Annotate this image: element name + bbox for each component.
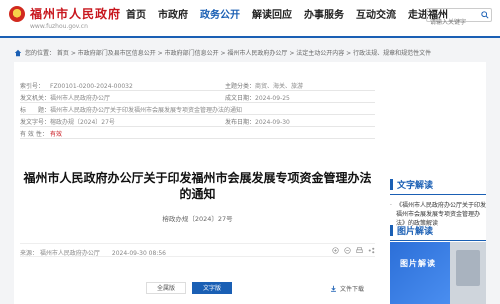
- issuer-value: 福州市人民政府办公厅: [50, 95, 111, 102]
- tab-text-version[interactable]: 文字版: [192, 282, 232, 294]
- category-label: 主题分类：: [225, 83, 256, 90]
- info-row-docno: 发文字号：榕政办规〔2024〕27号: [20, 117, 115, 126]
- download-label: 文件下载: [340, 286, 365, 293]
- font-small-icon[interactable]: [344, 247, 351, 254]
- document-meta-bar: 来源： 福州市人民政府办公厅 2024-09-30 08:56: [20, 243, 375, 257]
- font-large-icon[interactable]: [332, 247, 339, 254]
- info-divider: [20, 102, 375, 103]
- section-marker: [390, 178, 393, 190]
- document-source: 来源： 福州市人民政府办公厅 2024-09-30 08:56: [20, 250, 166, 257]
- info-row-category: 主题分类：商贸、海关、旅游: [225, 81, 303, 90]
- nav-item-government[interactable]: 市政府: [152, 9, 194, 23]
- info-divider: [20, 90, 375, 91]
- section-underline: [390, 240, 486, 241]
- nav-item-open-affairs[interactable]: 政务公开: [194, 9, 246, 23]
- info-row-title: 标 题：福州市人民政府办公厅关于印发福州市会展发展专项资金管理办法的通知: [20, 105, 242, 114]
- download-icon: [331, 285, 336, 292]
- title-value: 福州市人民政府办公厅关于印发福州市会展发展专项资金管理办法的通知: [50, 107, 243, 114]
- sidebar-section-header: 文字解读: [390, 178, 486, 191]
- search-icon[interactable]: [481, 11, 489, 19]
- index-label: 索引号：: [20, 83, 45, 90]
- info-row-index: 索引号： FZ00101-0200-2024-00032: [20, 81, 133, 90]
- location-icon: [14, 49, 22, 56]
- search-input[interactable]: [427, 16, 481, 29]
- document-title: 福州市人民政府办公厅关于印发福州市会展发展专项资金管理办法的通知: [23, 171, 372, 201]
- pic-card-illustration: [456, 250, 480, 286]
- category-value: 商贸、海关、旅游: [255, 83, 304, 90]
- pic-interpretation-title: 图片解读: [397, 226, 434, 237]
- search-box: [426, 8, 492, 29]
- section-underline: [390, 194, 486, 195]
- issuer-label: 发文机关：: [20, 95, 51, 102]
- file-download-link[interactable]: 文件下载: [330, 284, 364, 293]
- section-marker: [390, 224, 393, 236]
- title-label: 标 题：: [20, 107, 51, 114]
- breadcrumb: 您的位置： 首页 > 市政府部门及县市区信息公开 > 市政府部门信息公开 > 福…: [14, 48, 431, 57]
- site-url: www.fuzhou.gov.cn: [30, 23, 88, 30]
- national-emblem-icon[interactable]: [9, 6, 25, 22]
- date-value: 2024-09-25: [255, 95, 290, 102]
- nav-item-interaction[interactable]: 互动交流: [350, 9, 402, 23]
- docno-value: 榕政办规〔2024〕27号: [50, 119, 115, 126]
- index-value: FZ00101-0200-2024-00032: [50, 83, 133, 90]
- info-divider: [20, 138, 375, 139]
- info-divider: [20, 126, 375, 127]
- info-row-date: 成文日期：2024-09-25: [225, 93, 290, 102]
- docno-label: 发文字号：: [20, 119, 51, 126]
- info-row-validity: 有 效 性： 有效: [20, 129, 62, 138]
- validity-label: 有 效 性：: [20, 131, 48, 138]
- breadcrumb-text[interactable]: 您的位置： 首页 > 市政府部门及县市区信息公开 > 市政府部门信息公开 > 福…: [25, 48, 431, 57]
- pic-card-text: 图片解读: [400, 259, 436, 268]
- text-interpretation-title: 文字解读: [397, 180, 434, 191]
- info-row-issuer: 发文机关：福州市人民政府办公厅: [20, 93, 110, 102]
- version-tabs: 全属版 文字版: [146, 282, 232, 294]
- sidebar-text-interpretation: 文字解读 《福州市人民政府办公厅关于印发福州市会展发展专项资金管理办法》的政策解…: [390, 178, 486, 228]
- validity-value: 有效: [50, 131, 63, 138]
- print-icon[interactable]: [356, 247, 363, 254]
- sidebar-pic-interpretation: 图片解读: [390, 224, 486, 241]
- date-label: 成文日期：: [225, 95, 256, 102]
- nav-item-interpretation[interactable]: 解读回应: [246, 9, 298, 23]
- site-header: 福州市人民政府 www.fuzhou.gov.cn 首页 市政府 政务公开 解读…: [0, 0, 500, 36]
- main-nav: 首页 市政府 政务公开 解读回应 办事服务 互动交流 走进福州: [120, 9, 454, 23]
- info-row-pubdate: 发布日期：2024-09-30: [225, 117, 290, 126]
- share-tools: [332, 247, 375, 254]
- document-info-table: 索引号： FZ00101-0200-2024-00032 主题分类：商贸、海关、旅…: [20, 81, 375, 153]
- pubdate-label: 发布日期：: [225, 119, 256, 126]
- info-divider: [20, 114, 375, 115]
- share-icon[interactable]: [368, 247, 375, 254]
- site-title[interactable]: 福州市人民政府: [30, 5, 121, 22]
- nav-item-services[interactable]: 办事服务: [298, 9, 350, 23]
- tab-full-version[interactable]: 全属版: [146, 282, 186, 294]
- pubdate-value: 2024-09-30: [255, 119, 290, 126]
- document-number: 榕政办规〔2024〕27号: [162, 215, 233, 223]
- nav-item-home[interactable]: 首页: [120, 9, 152, 23]
- pic-interpretation-card[interactable]: 图片解读: [390, 242, 486, 304]
- pic-card-banner: [390, 242, 450, 304]
- sidebar-section-header: 图片解读: [390, 224, 486, 237]
